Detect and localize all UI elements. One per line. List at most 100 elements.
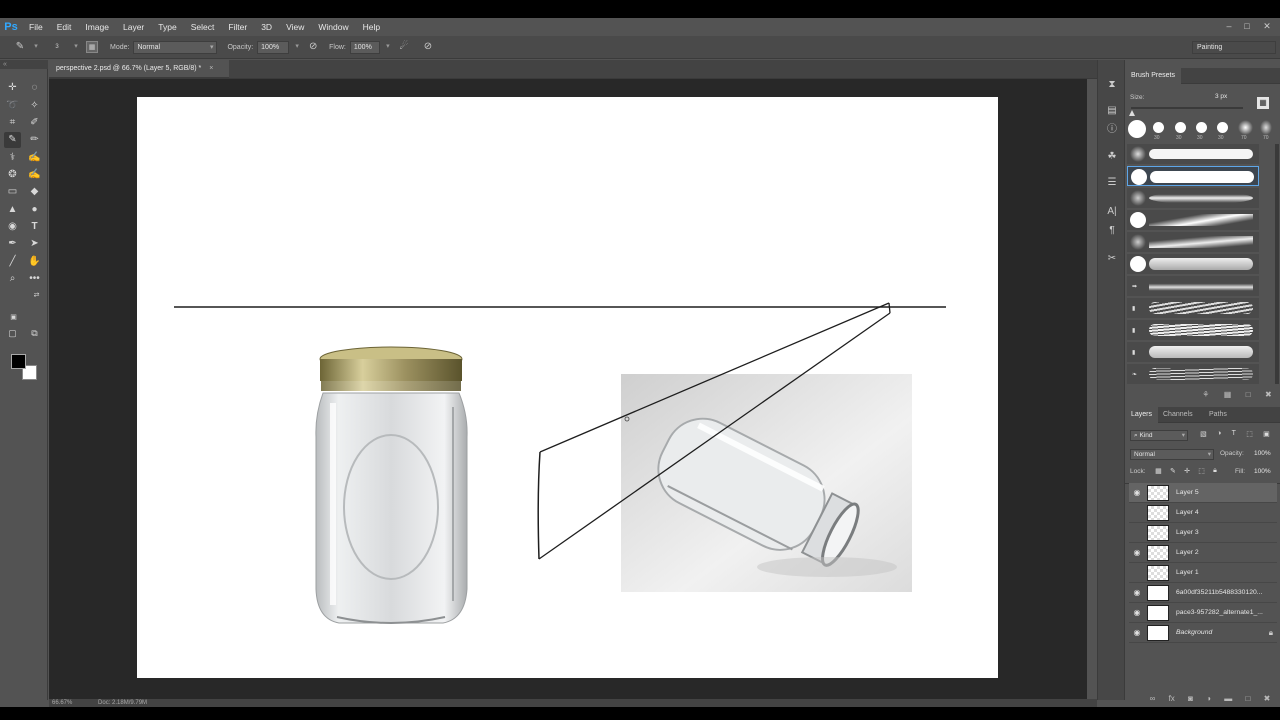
workspace-select[interactable]: Painting	[1192, 41, 1276, 54]
dodge-tool-icon[interactable]: ●	[26, 202, 43, 218]
lock-transparent-icon[interactable]: ▦	[1155, 467, 1162, 477]
brush-panel-icon[interactable]: ☘	[1105, 150, 1119, 164]
tab-channels[interactable]: Channels	[1157, 407, 1199, 423]
eye-icon[interactable]: ◉	[1132, 608, 1142, 618]
brush-preset[interactable]	[1127, 232, 1259, 252]
brush-preset[interactable]: ▮	[1127, 298, 1259, 318]
brush-tool-icon[interactable]: ✎	[4, 132, 21, 148]
lock-position-icon[interactable]: ✛	[1184, 467, 1190, 477]
brush-tip[interactable]	[1153, 122, 1164, 133]
pencil-tool-icon[interactable]: ✏	[26, 132, 43, 148]
pressure-opacity-icon[interactable]: ⊘	[307, 41, 319, 53]
more-tools-icon[interactable]: •••	[26, 271, 43, 287]
hand-tool-icon[interactable]: ✋	[26, 254, 43, 270]
document-canvas[interactable]	[137, 97, 998, 678]
eyedropper-tool-icon[interactable]: ✐	[26, 115, 43, 131]
pressure-size-icon[interactable]: ⊘	[422, 41, 434, 53]
line-tool-icon[interactable]: ╱	[4, 254, 21, 270]
tab-layers[interactable]: Layers	[1125, 407, 1159, 423]
healing-brush-tool-icon[interactable]: ⚕	[4, 150, 21, 166]
quick-select-tool-icon[interactable]: ✧	[26, 98, 43, 114]
layer-row-smart-object-1[interactable]: ◉ 6a00df35211b5488330120...	[1129, 583, 1277, 603]
add-mask-icon[interactable]: ◙	[1188, 694, 1193, 706]
brush-tip-soft[interactable]	[1260, 120, 1272, 135]
brush-list-scrollbar[interactable]	[1275, 144, 1279, 384]
grid-view-icon[interactable]: ▦	[1224, 390, 1232, 402]
pixel-filter-icon[interactable]: ▧	[1200, 430, 1207, 441]
lock-all-icon[interactable]: 🔒︎	[1213, 467, 1217, 477]
trash-icon[interactable]: ✖	[1265, 390, 1272, 402]
brush-preset[interactable]: ➡	[1127, 276, 1259, 296]
menu-3d[interactable]: 3D	[254, 18, 279, 36]
visibility-toggle-empty[interactable]	[1132, 528, 1142, 538]
new-brush-icon[interactable]: □	[1246, 390, 1251, 402]
menu-help[interactable]: Help	[356, 18, 387, 36]
brush-panel-toggle-icon[interactable]: ▦	[86, 41, 98, 53]
crop-tool-icon[interactable]: ⌗	[4, 115, 21, 131]
menu-view[interactable]: View	[279, 18, 311, 36]
zoom-level[interactable]: 66.67%	[52, 700, 72, 706]
tool-presets-panel-icon[interactable]: ✂	[1105, 252, 1119, 266]
airbrush-icon[interactable]: ☄	[398, 41, 410, 53]
foreground-color-swatch[interactable]	[11, 354, 26, 369]
quick-mask-icon[interactable]: ▢	[4, 325, 21, 341]
move-tool-icon[interactable]: ✛	[4, 80, 21, 96]
info-panel-icon[interactable]: ⓘ	[1105, 123, 1119, 137]
art-history-brush-icon[interactable]: ✍	[26, 167, 43, 183]
clone-stamp-tool-icon[interactable]: ❂	[4, 167, 21, 183]
marquee-tool-icon[interactable]: ◌	[26, 80, 43, 96]
menu-file[interactable]: File	[22, 18, 50, 36]
chevron-down-icon[interactable]: ▾	[30, 41, 42, 53]
menu-layer[interactable]: Layer	[116, 18, 151, 36]
brush-tip[interactable]	[1196, 122, 1207, 133]
chevron-down-icon[interactable]: ▾	[382, 41, 394, 53]
default-colors-icon[interactable]: ▣	[5, 310, 22, 326]
clone-source-panel-icon[interactable]: ☰	[1105, 176, 1119, 190]
size-slider-thumb[interactable]	[1129, 110, 1135, 116]
tab-brush-presets[interactable]: Brush Presets	[1125, 68, 1181, 84]
eye-icon[interactable]: ◉	[1132, 548, 1142, 558]
mode-select[interactable]: Normal ▾	[133, 40, 218, 54]
blur-tool-icon[interactable]: ▲	[4, 202, 21, 218]
chevron-down-icon[interactable]: ▾	[70, 41, 82, 53]
visibility-toggle-empty[interactable]	[1132, 508, 1142, 518]
adjustment-filter-icon[interactable]: ◑	[1217, 430, 1221, 441]
layer-row-layer-5[interactable]: ◉ Layer 5	[1129, 483, 1277, 503]
paragraph-panel-icon[interactable]: ¶	[1105, 224, 1119, 238]
brush-tip[interactable]	[1217, 122, 1228, 133]
layer-row-layer-4[interactable]: Layer 4	[1129, 503, 1277, 523]
smart-object-filter-icon[interactable]: ▣	[1263, 430, 1270, 441]
link-layers-icon[interactable]: ∞	[1150, 694, 1156, 706]
lock-pixels-icon[interactable]: ✎	[1170, 467, 1176, 477]
path-selection-tool-icon[interactable]: ➤	[26, 236, 43, 252]
adjustments-panel-icon[interactable]: ▤	[1105, 104, 1119, 118]
lasso-tool-icon[interactable]: ➰	[4, 98, 21, 114]
eye-icon[interactable]: ◉	[1132, 588, 1142, 598]
brush-preset[interactable]	[1127, 210, 1259, 230]
close-window-button[interactable]: ✕	[1258, 18, 1276, 36]
brush-preset[interactable]: ▮	[1127, 320, 1259, 340]
menu-select[interactable]: Select	[184, 18, 222, 36]
layer-filter-kind[interactable]: ⌕ Kind ▾	[1130, 430, 1188, 441]
type-filter-icon[interactable]: T	[1232, 430, 1236, 441]
brush-tool-preset-icon[interactable]: ✎	[14, 41, 26, 53]
tab-paths[interactable]: Paths	[1203, 407, 1233, 423]
type-tool-icon[interactable]: T	[26, 219, 43, 235]
shape-filter-icon[interactable]: ⬚	[1246, 430, 1253, 441]
menu-window[interactable]: Window	[311, 18, 355, 36]
swap-colors-icon[interactable]: ⇄	[28, 288, 45, 304]
paint-bucket-tool-icon[interactable]: ◆	[26, 184, 43, 200]
eye-icon[interactable]: ◉	[1132, 488, 1142, 498]
close-tab-icon[interactable]: ×	[209, 65, 213, 72]
visibility-toggle-empty[interactable]	[1132, 568, 1142, 578]
layer-row-layer-2[interactable]: ◉ Layer 2	[1129, 543, 1277, 563]
brush-preset-selected[interactable]	[1127, 166, 1259, 186]
brush-preset[interactable]: ▮	[1127, 342, 1259, 362]
new-preset-icon[interactable]: ▦	[1257, 97, 1269, 109]
size-slider[interactable]	[1131, 107, 1243, 109]
eye-icon[interactable]: ◉	[1132, 628, 1142, 638]
flow-field[interactable]: 100%	[349, 40, 380, 54]
opacity-field[interactable]: 100%	[257, 40, 290, 54]
menu-filter[interactable]: Filter	[221, 18, 254, 36]
history-brush-tool-icon[interactable]: ✍	[26, 150, 43, 166]
